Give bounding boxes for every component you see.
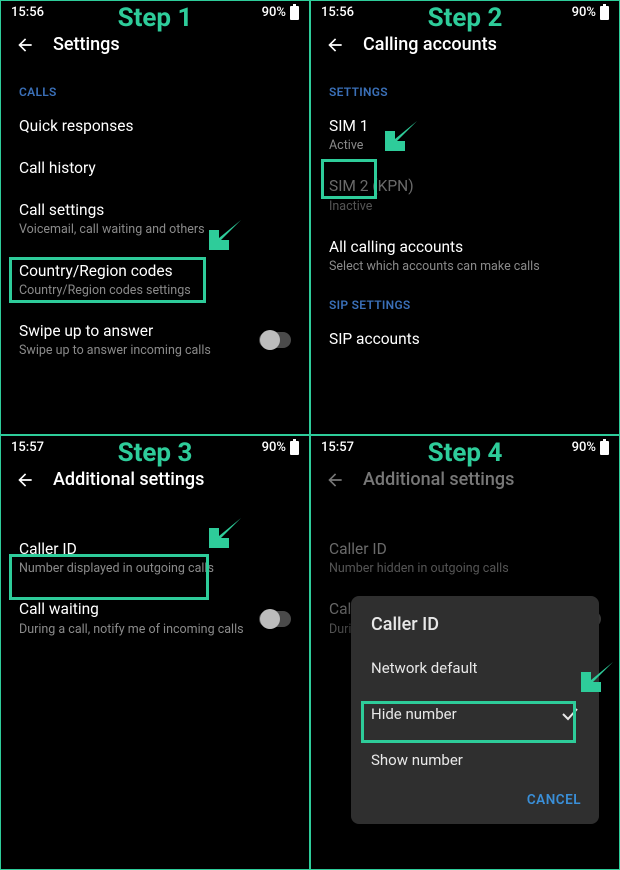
caller-id-dialog: Caller ID Network default Hide number Sh… xyxy=(351,596,599,824)
cancel-button[interactable]: CANCEL xyxy=(527,792,581,808)
battery-icon xyxy=(290,441,299,455)
battery-icon xyxy=(600,6,609,20)
item-label: SIP accounts xyxy=(329,329,601,349)
item-label: Swipe up to answer xyxy=(19,321,291,341)
option-network-default[interactable]: Network default xyxy=(351,645,599,691)
status-bar: 15:56 90% xyxy=(1,1,309,22)
item-sublabel: During a call, notify me of incoming cal… xyxy=(19,622,291,638)
item-label: Caller ID xyxy=(329,539,601,559)
item-sublabel: Active xyxy=(329,138,601,154)
item-swipe-answer[interactable]: Swipe up to answer Swipe up to answer in… xyxy=(1,310,309,370)
toggle-swipe[interactable] xyxy=(259,332,291,348)
item-label: Caller ID xyxy=(19,539,291,559)
item-sim-1[interactable]: SIM 1 Active xyxy=(311,105,619,165)
status-time: 15:56 xyxy=(321,5,354,20)
option-label: Network default xyxy=(371,659,477,677)
item-sublabel: Number displayed in outgoing calls xyxy=(19,561,291,577)
item-caller-id[interactable]: Caller ID Number displayed in outgoing c… xyxy=(1,528,309,588)
item-sip-accounts[interactable]: SIP accounts xyxy=(311,318,619,360)
item-country-codes[interactable]: Country/Region codes Country/Region code… xyxy=(1,250,309,310)
status-bar: 15:56 90% xyxy=(311,1,619,22)
status-battery-pct: 90% xyxy=(262,440,286,455)
item-call-history[interactable]: Call history xyxy=(1,147,309,189)
section-header-sip: SIP SETTINGS xyxy=(311,286,619,318)
item-all-calling-accounts[interactable]: All calling accounts Select which accoun… xyxy=(311,226,619,286)
panel-step-1: Step 1 15:56 90% Settings CALLS Quick re… xyxy=(0,0,310,435)
item-label: Call waiting xyxy=(19,599,291,619)
toggle-call-waiting[interactable] xyxy=(259,611,291,627)
page-title: Calling accounts xyxy=(363,34,497,55)
status-battery-pct: 90% xyxy=(262,5,286,20)
item-caller-id: Caller ID Number hidden in outgoing call… xyxy=(311,528,619,588)
item-label: Quick responses xyxy=(19,116,291,136)
back-arrow-icon[interactable] xyxy=(15,35,35,55)
app-header: Settings xyxy=(1,22,309,73)
app-header: Additional settings xyxy=(1,457,309,508)
status-time: 15:57 xyxy=(321,440,354,455)
panel-step-2: Step 2 15:56 90% Calling accounts SETTIN… xyxy=(310,0,620,435)
item-sublabel: Select which accounts can make calls xyxy=(329,259,601,275)
item-label: SIM 1 xyxy=(329,116,601,136)
item-call-waiting[interactable]: Call waiting During a call, notify me of… xyxy=(1,588,309,648)
item-sublabel: Inactive xyxy=(329,199,601,215)
back-arrow-icon[interactable] xyxy=(325,35,345,55)
status-right: 90% xyxy=(262,5,299,20)
status-bar: 15:57 90% xyxy=(1,436,309,457)
status-bar: 15:57 90% xyxy=(311,436,619,457)
dialog-actions: CANCEL xyxy=(351,783,599,818)
status-time: 15:57 xyxy=(11,440,44,455)
page-title: Additional settings xyxy=(363,469,514,490)
item-call-settings[interactable]: Call settings Voicemail, call waiting an… xyxy=(1,189,309,249)
battery-icon xyxy=(600,441,609,455)
status-right: 90% xyxy=(262,440,299,455)
dialog-title: Caller ID xyxy=(351,614,599,645)
option-label: Hide number xyxy=(371,705,457,723)
item-sublabel: Country/Region codes settings xyxy=(19,283,291,299)
item-sim-2: SIM 2 (KPN) Inactive xyxy=(311,165,619,225)
panel-step-4: Step 4 15:57 90% Additional settings Cal… xyxy=(310,435,620,870)
option-hide-number[interactable]: Hide number xyxy=(351,691,599,737)
item-label: All calling accounts xyxy=(329,237,601,257)
app-header: Calling accounts xyxy=(311,22,619,73)
back-arrow-icon xyxy=(325,470,345,490)
check-icon xyxy=(561,707,579,721)
status-battery-pct: 90% xyxy=(572,5,596,20)
item-label: Country/Region codes xyxy=(19,261,291,281)
item-sublabel: Number hidden in outgoing calls xyxy=(329,561,601,577)
item-label: Call settings xyxy=(19,200,291,220)
option-label: Show number xyxy=(371,751,463,769)
section-header-settings: SETTINGS xyxy=(311,73,619,105)
battery-icon xyxy=(290,6,299,20)
option-show-number[interactable]: Show number xyxy=(351,737,599,783)
status-time: 15:56 xyxy=(11,5,44,20)
status-right: 90% xyxy=(572,440,609,455)
item-sublabel: Voicemail, call waiting and others xyxy=(19,222,291,238)
status-battery-pct: 90% xyxy=(572,440,596,455)
item-label: Call history xyxy=(19,158,291,178)
app-header: Additional settings xyxy=(311,457,619,508)
section-header-calls: CALLS xyxy=(1,73,309,105)
page-title: Settings xyxy=(53,34,120,55)
back-arrow-icon[interactable] xyxy=(15,470,35,490)
status-right: 90% xyxy=(572,5,609,20)
item-sublabel: Swipe up to answer incoming calls xyxy=(19,343,291,359)
panel-step-3: Step 3 15:57 90% Additional settings Cal… xyxy=(0,435,310,870)
item-label: SIM 2 (KPN) xyxy=(329,176,601,196)
item-quick-responses[interactable]: Quick responses xyxy=(1,105,309,147)
page-title: Additional settings xyxy=(53,469,204,490)
